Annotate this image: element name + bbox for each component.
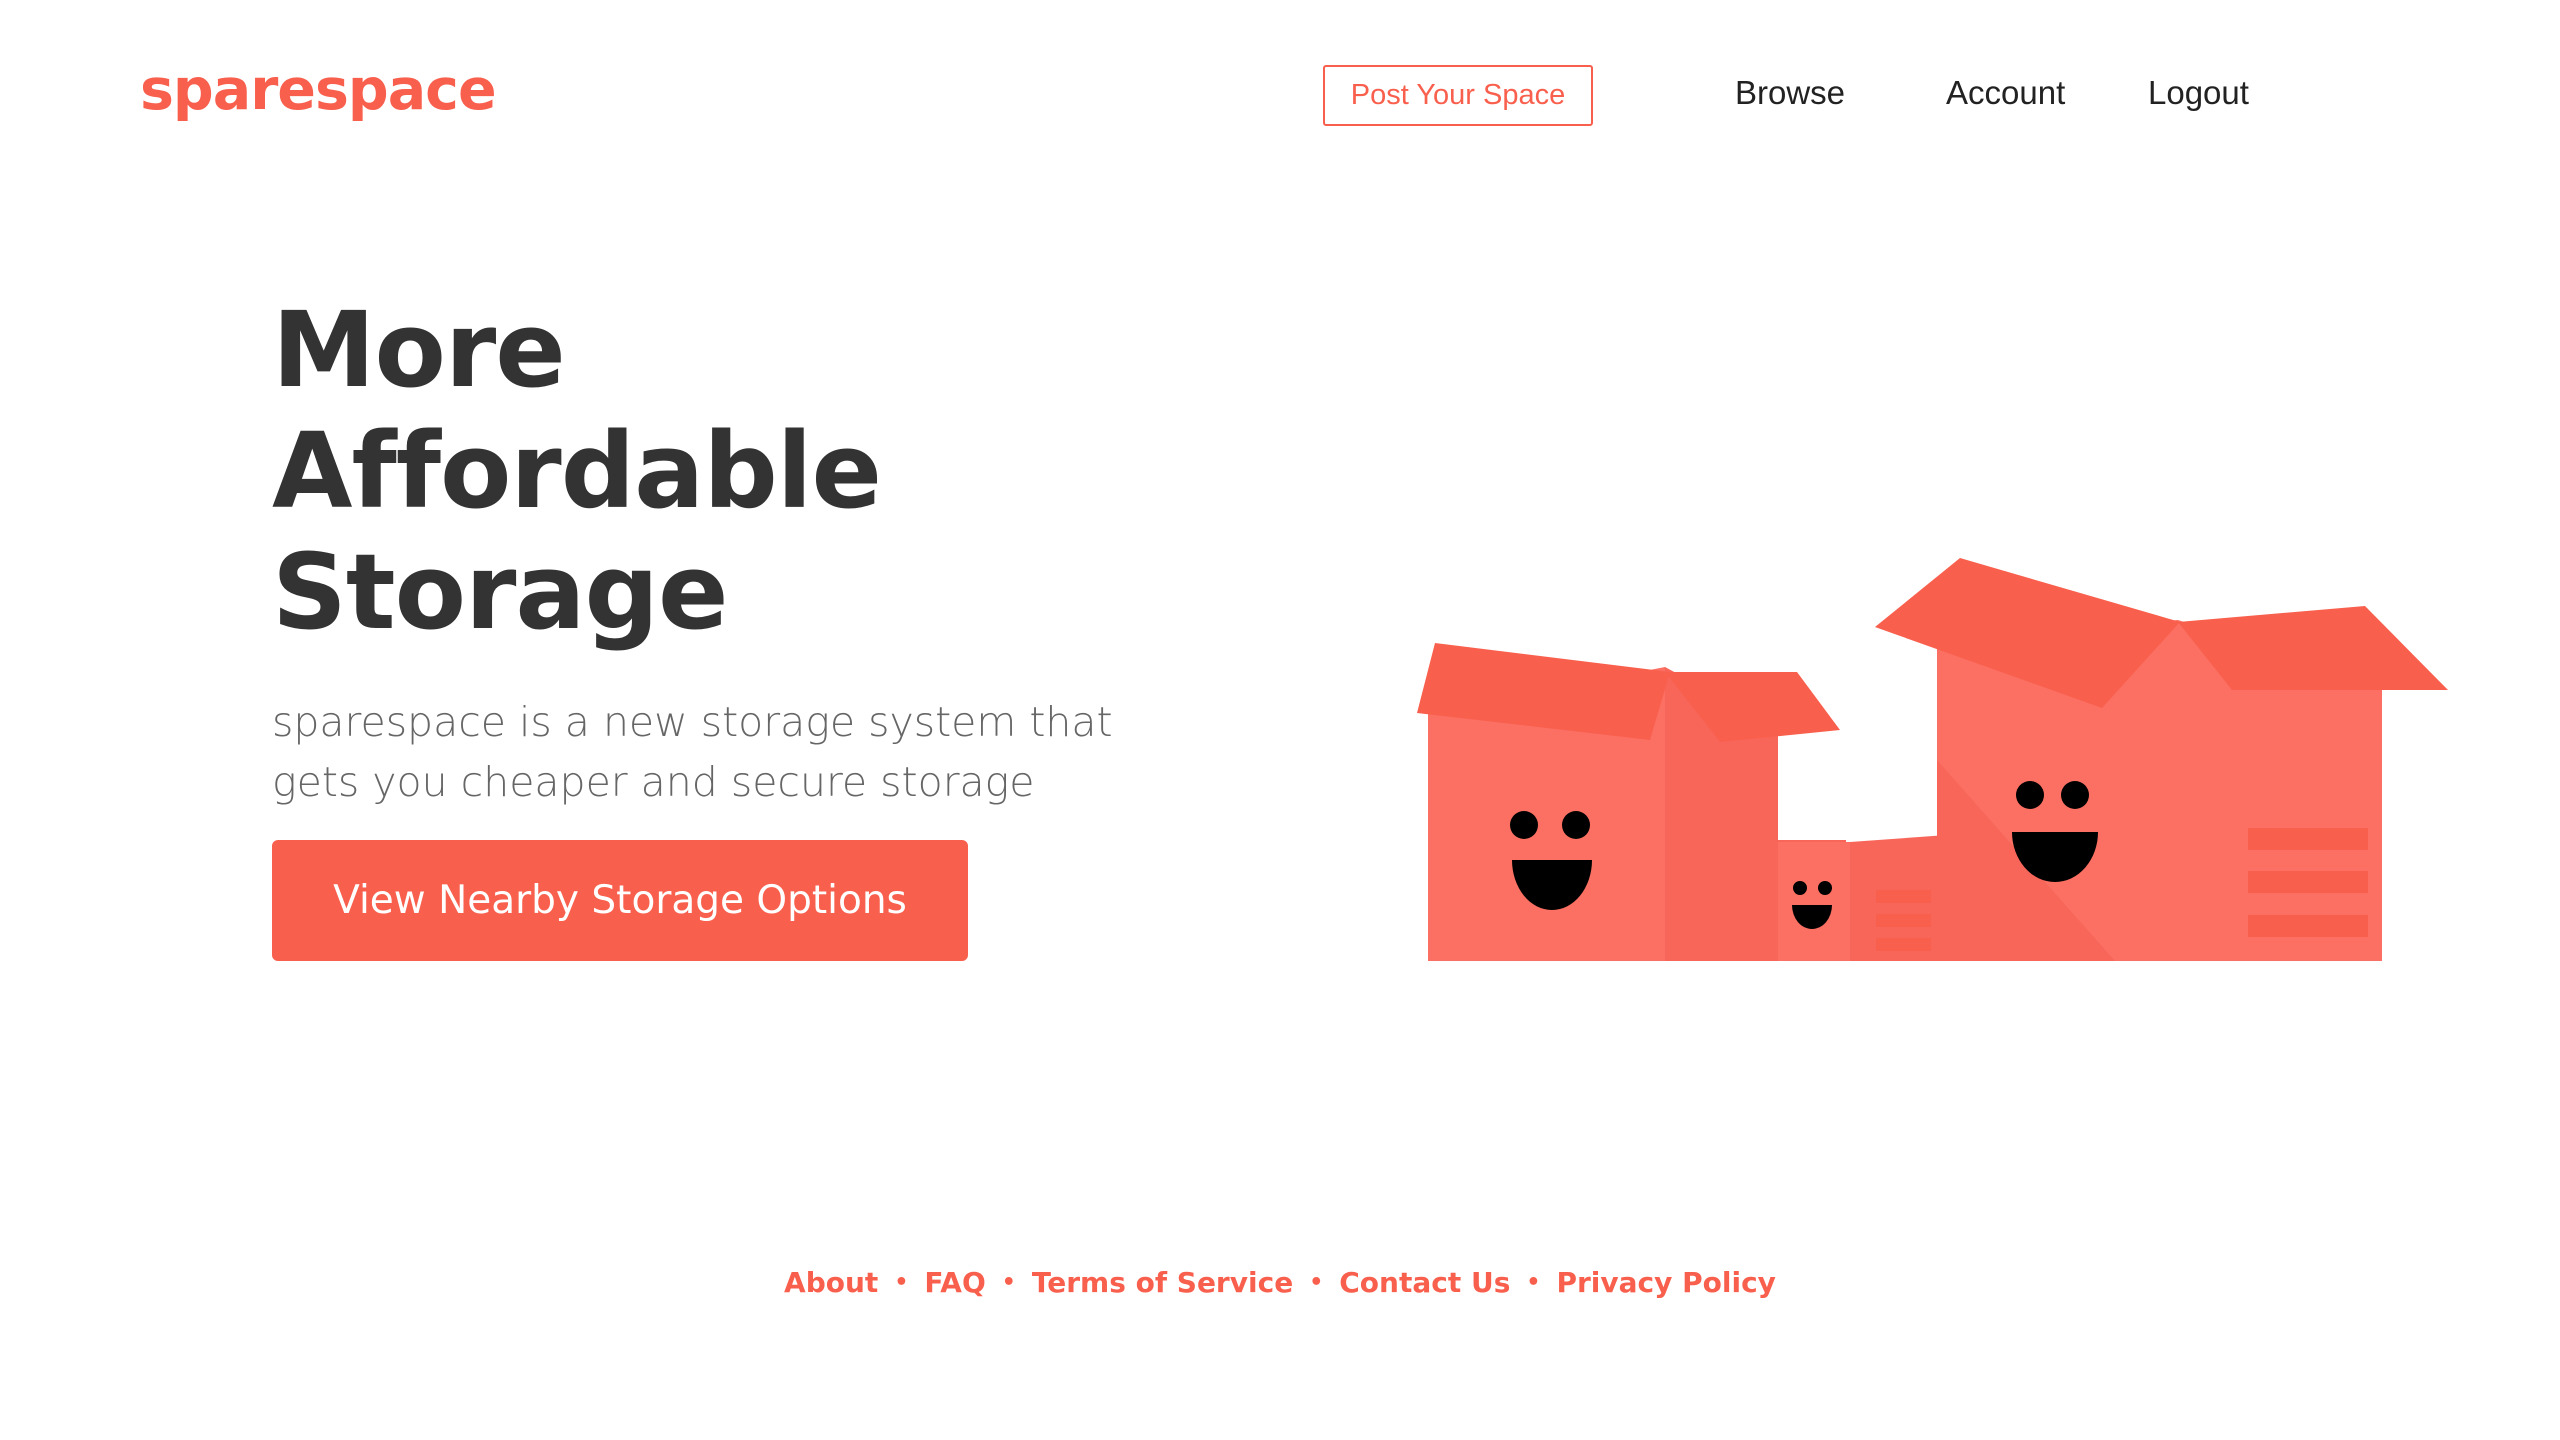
storage-boxes-illustration [1417,558,2448,961]
footer-links: About • FAQ • Terms of Service • Contact… [0,1266,2560,1299]
footer-separator: • [894,1270,909,1295]
middle-box [1716,833,1975,961]
right-box [1875,558,2448,961]
footer-contact-link[interactable]: Contact Us [1339,1266,1510,1299]
footer-separator: • [1526,1270,1541,1295]
footer-separator: • [1001,1270,1016,1295]
footer-about-link[interactable]: About [784,1266,878,1299]
footer-faq-link[interactable]: FAQ [924,1266,985,1299]
footer-separator: • [1309,1270,1324,1295]
footer-terms-link[interactable]: Terms of Service [1032,1266,1293,1299]
footer-privacy-link[interactable]: Privacy Policy [1556,1266,1775,1299]
